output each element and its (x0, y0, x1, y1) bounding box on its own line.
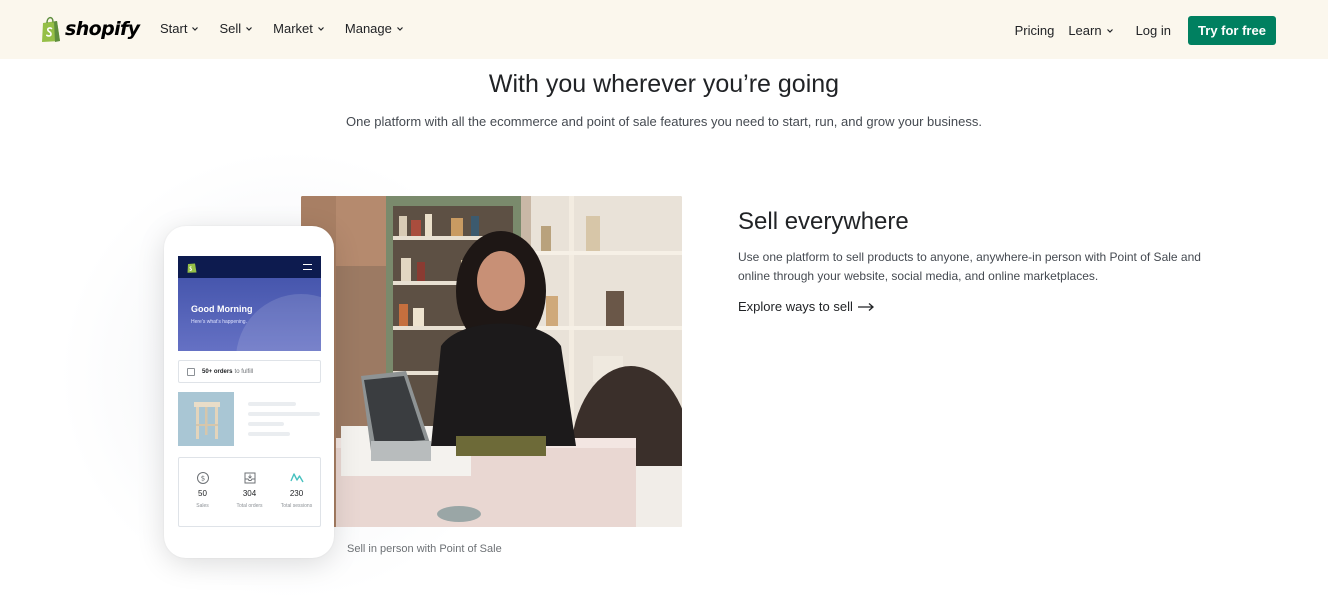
section-body: Use one platform to sell products to any… (738, 250, 1201, 283)
nav-sell-label: Sell (219, 21, 242, 36)
secondary-nav: Pricing Learn Log in Try for free (1015, 16, 1276, 45)
top-navigation-bar: shopify Start Sell Market Manage Pricing… (0, 0, 1328, 59)
placeholder-line (248, 402, 296, 406)
placeholder-line (248, 412, 320, 416)
logo-wordmark: shopify (65, 18, 140, 40)
nav-learn[interactable]: Learn (1068, 23, 1113, 38)
explore-ways-to-sell-link[interactable]: Explore ways to sell (738, 299, 875, 314)
nav-learn-label: Learn (1068, 23, 1102, 38)
placeholder-line (248, 432, 290, 436)
phone-mockup: Good Morning Here’s what’s happening. 50… (164, 226, 334, 558)
sessions-graph-icon (289, 473, 304, 483)
login-link[interactable]: Log in (1136, 23, 1171, 38)
shopify-logo[interactable]: shopify (40, 14, 140, 44)
hero-subtitle: One platform with all the ecommerce and … (346, 114, 982, 129)
nav-market-label: Market (273, 21, 313, 36)
decorative-circle (236, 294, 321, 351)
stat-orders-value: 304 (242, 489, 257, 498)
svg-text:$: $ (200, 475, 204, 483)
point-of-sale-photo (301, 196, 682, 527)
chevron-down-icon (317, 26, 324, 31)
stat-sales: $ 50 Sales (183, 471, 223, 526)
chevron-down-icon (1106, 28, 1113, 33)
nav-start-label: Start (160, 21, 188, 36)
dollar-icon: $ (196, 472, 209, 484)
placeholder-line (248, 422, 284, 426)
stat-orders-label: Total orders (236, 503, 263, 509)
phone-greeting: Good Morning (191, 304, 253, 314)
nav-sell[interactable]: Sell (219, 21, 253, 36)
inbox-icon (187, 367, 195, 376)
photo-caption: Sell in person with Point of Sale (347, 543, 502, 555)
phone-app-header: Good Morning Here’s what’s happening. (178, 256, 321, 351)
explore-link-label: Explore ways to sell (738, 299, 853, 314)
stool-illustration (178, 392, 234, 446)
shopping-bag-logo-icon (42, 16, 60, 42)
phone-placeholder-lines (248, 402, 320, 442)
nav-market[interactable]: Market (273, 21, 325, 36)
primary-nav: Start Sell Market Manage (160, 21, 424, 36)
stat-total-orders: 304 Total orders (230, 471, 270, 526)
stat-sessions-value: 230 (289, 489, 304, 498)
section-title: Sell everywhere (738, 208, 909, 235)
chevron-down-icon (246, 26, 253, 31)
merchant-at-counter-illustration (301, 196, 682, 527)
shopify-bag-icon (187, 263, 197, 273)
arrow-right-icon (857, 302, 874, 311)
chevron-down-icon (396, 26, 403, 31)
nav-start[interactable]: Start (160, 21, 199, 36)
stat-sales-value: 50 (198, 489, 207, 498)
phone-greeting-subtitle: Here’s what’s happening. (191, 319, 247, 325)
orders-icon (244, 472, 255, 484)
phone-orders-card: 50+ orders to fulfill (178, 360, 321, 383)
chevron-down-icon (192, 26, 199, 31)
hero-title: With you wherever you’re going (488, 70, 840, 98)
phone-orders-text: to fulfill (234, 368, 254, 375)
phone-stats-card: $ 50 Sales 304 Total orders 230 Total se… (178, 457, 321, 527)
hamburger-menu-icon (303, 264, 312, 270)
phone-product-image (178, 392, 234, 446)
try-for-free-button[interactable]: Try for free (1188, 16, 1276, 45)
nav-pricing-link[interactable]: Pricing (1015, 23, 1055, 38)
stat-sales-label: Sales (196, 503, 209, 509)
nav-manage[interactable]: Manage (345, 21, 404, 36)
phone-app-topbar (178, 256, 321, 278)
stat-sessions-label: Total sessions (280, 503, 313, 509)
phone-orders-count: 50+ orders (202, 368, 233, 375)
nav-manage-label: Manage (344, 21, 392, 36)
stat-total-sessions: 230 Total sessions (277, 471, 317, 526)
